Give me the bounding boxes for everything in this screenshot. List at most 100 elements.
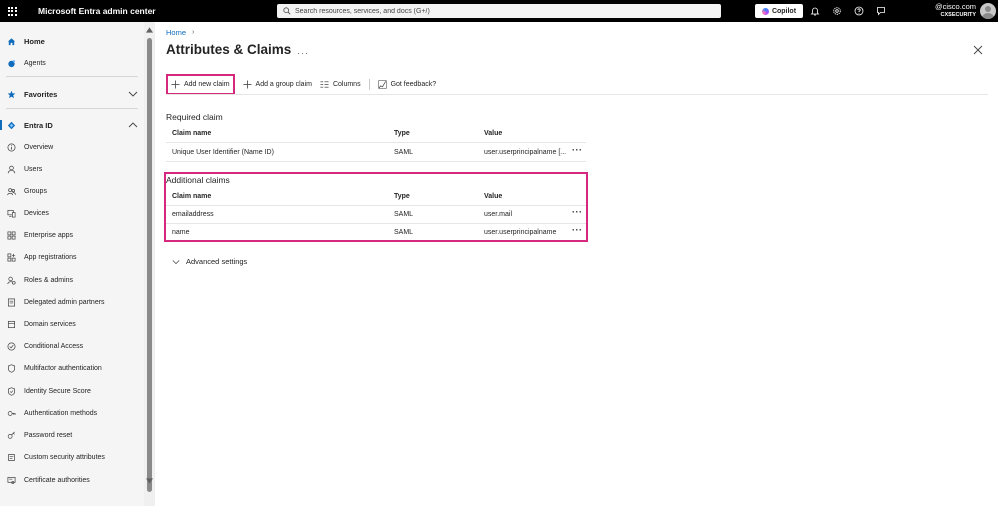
more-actions-icon[interactable]: ··· [572, 145, 583, 155]
columns-icon [320, 80, 329, 88]
copilot-button[interactable]: Copilot [755, 4, 803, 18]
advanced-settings-label: Advanced settings [186, 257, 248, 266]
sidebar-item-label: Certificate authorities [24, 476, 90, 484]
more-actions-icon[interactable]: ··· [572, 225, 583, 235]
sidebar: Home Agents Favorites Entra ID Overview … [0, 22, 144, 506]
divider [6, 76, 138, 77]
sidebar-item-app-registrations[interactable]: App registrations [0, 249, 144, 265]
more-options-icon[interactable]: ··· [297, 48, 309, 58]
main-content: Home › Attributes & Claims ··· Add new c… [156, 22, 998, 506]
advanced-settings-toggle[interactable]: Advanced settings [172, 257, 247, 266]
star-icon [6, 89, 16, 99]
home-icon [6, 36, 16, 46]
sidebar-item-groups[interactable]: Groups [0, 183, 144, 199]
sidebar-item-delegated-admin-partners[interactable]: Delegated admin partners [0, 294, 144, 310]
sidebar-item-domain-services[interactable]: Domain services [0, 316, 144, 332]
info-icon [6, 142, 16, 152]
chevron-down-icon[interactable] [128, 89, 138, 99]
avatar[interactable] [980, 3, 996, 19]
global-search[interactable] [277, 4, 721, 18]
sidebar-item-certificate-authorities[interactable]: Certificate authorities [0, 472, 144, 488]
sidebar-scrollbar[interactable] [144, 22, 155, 506]
sidebar-item-enterprise-apps[interactable]: Enterprise apps [0, 227, 144, 243]
scroll-thumb[interactable] [147, 38, 152, 492]
sidebar-item-users[interactable]: Users [0, 161, 144, 177]
sidebar-item-roles-admins[interactable]: Roles & admins [0, 272, 144, 288]
groups-icon [6, 186, 16, 196]
add-new-claim-button[interactable]: Add new claim [166, 73, 235, 95]
plus-icon [242, 79, 252, 89]
required-claim-title: Required claim [166, 112, 223, 122]
claim-type-cell: SAML [394, 229, 414, 236]
close-icon[interactable] [973, 45, 983, 55]
help-icon[interactable] [853, 5, 865, 17]
sidebar-item-identity-secure-score[interactable]: Identity Secure Score [0, 383, 144, 399]
claim-type-cell: SAML [394, 149, 414, 156]
sidebar-item-devices[interactable]: Devices [0, 205, 144, 221]
app-launcher-icon[interactable] [0, 0, 24, 22]
columns-button[interactable]: Columns [316, 74, 365, 94]
certificate-icon [6, 475, 16, 485]
scroll-up-icon[interactable] [146, 27, 153, 33]
claim-type-cell: SAML [394, 211, 414, 218]
sidebar-item-password-reset[interactable]: Password reset [0, 427, 144, 443]
sidebar-item-label: Authentication methods [24, 409, 98, 417]
sidebar-item-label: Domain services [24, 320, 76, 328]
partners-icon [6, 297, 16, 307]
search-input[interactable] [295, 7, 695, 15]
claim-value-cell: user.mail [484, 211, 513, 218]
sidebar-item-label: Delegated admin partners [24, 298, 105, 306]
app-registrations-icon [6, 252, 16, 262]
bell-icon[interactable] [809, 5, 821, 17]
claim-name-cell: name [172, 229, 190, 236]
sidebar-item-custom-security-attributes[interactable]: Custom security attributes [0, 449, 144, 465]
conditional-access-icon [6, 341, 16, 351]
entra-id-icon [6, 120, 16, 130]
sidebar-item-label: Roles & admins [24, 276, 74, 284]
scroll-down-icon[interactable] [146, 478, 153, 484]
sidebar-item-conditional-access[interactable]: Conditional Access [0, 338, 144, 354]
feedback-button[interactable]: Got feedback? [374, 74, 441, 94]
sidebar-item-label: Favorites [24, 89, 58, 99]
sidebar-item-label: Custom security attributes [24, 453, 105, 461]
command-bar: Add new claim Add a group claim Columns … [166, 73, 440, 95]
add-group-claim-button[interactable]: Add a group claim [239, 74, 316, 94]
account-info[interactable]: @cisco.com CXSECURITY [918, 3, 976, 19]
sidebar-item-entra-id[interactable]: Entra ID [0, 117, 144, 133]
divider [166, 142, 586, 143]
column-header-type: Type [394, 130, 410, 137]
app-title[interactable]: Microsoft Entra admin center [38, 6, 156, 16]
more-actions-icon[interactable]: ··· [572, 207, 583, 217]
divider [166, 94, 988, 95]
chevron-up-icon[interactable] [128, 120, 138, 130]
claim-name-cell: emailaddress [172, 211, 214, 218]
add-new-claim-label: Add new claim [184, 80, 230, 88]
sidebar-item-home[interactable]: Home [0, 33, 144, 49]
sidebar-item-authentication-methods[interactable]: Authentication methods [0, 405, 144, 421]
sidebar-item-label: Entra ID [24, 120, 53, 130]
add-group-claim-label: Add a group claim [255, 80, 312, 88]
roles-icon [6, 275, 16, 285]
gear-icon[interactable] [831, 5, 843, 17]
sidebar-item-overview[interactable]: Overview [0, 139, 144, 155]
sidebar-item-multifactor-authentication[interactable]: Multifactor authentication [0, 360, 144, 376]
column-header-value: Value [484, 130, 503, 137]
divider [166, 205, 586, 206]
breadcrumb: Home › [166, 28, 194, 37]
account-tenant: CXSECURITY [940, 12, 976, 18]
column-header-value: Value [484, 193, 503, 200]
top-bar: Microsoft Entra admin center Copilot @ci… [0, 0, 998, 22]
column-header-claim-name: Claim name [172, 193, 212, 200]
user-icon [6, 164, 16, 174]
sidebar-item-agents[interactable]: Agents [0, 55, 144, 71]
sidebar-item-label: App registrations [24, 253, 77, 261]
feedback-icon[interactable] [875, 5, 887, 17]
sidebar-item-label: Identity Secure Score [24, 387, 91, 395]
score-icon [6, 386, 16, 396]
column-header-type: Type [394, 193, 410, 200]
breadcrumb-home-link[interactable]: Home [166, 28, 186, 37]
claim-name-cell: Unique User Identifier (Name ID) [172, 149, 274, 156]
sidebar-item-favorites[interactable]: Favorites [0, 86, 144, 102]
copilot-icon [761, 7, 769, 15]
sidebar-item-label: Users [24, 165, 43, 173]
